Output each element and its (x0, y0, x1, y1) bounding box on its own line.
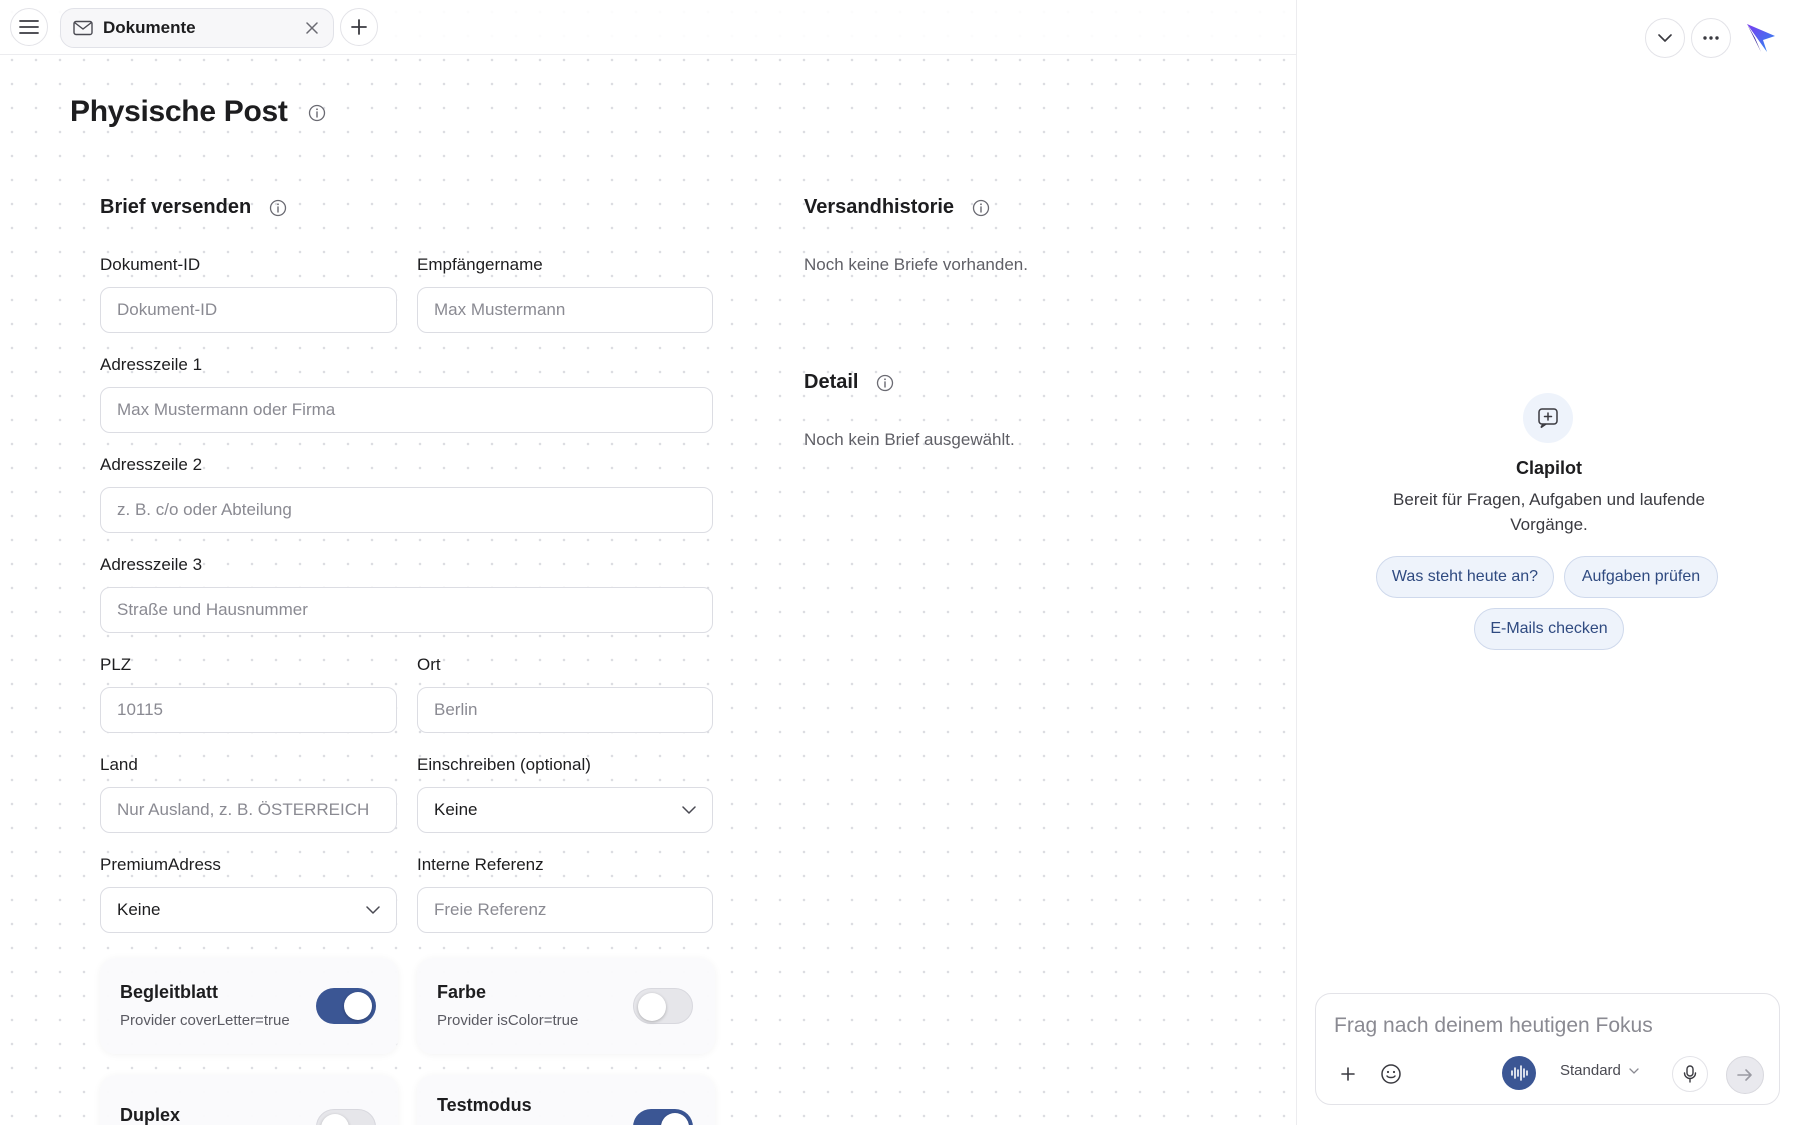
collapse-button[interactable] (1645, 18, 1685, 58)
chip-aufgaben[interactable]: Aufgaben prüfen (1564, 556, 1718, 598)
toggle-knob (661, 1113, 689, 1125)
info-icon[interactable] (269, 199, 287, 217)
dokument-id-label: Dokument-ID (100, 255, 201, 274)
page-title-text: Physische Post (70, 95, 288, 128)
voice-wave-icon (1511, 1065, 1528, 1081)
begleitblatt-title: Begleitblatt (120, 982, 219, 1002)
duplex-card: Duplex (100, 1075, 398, 1125)
new-chat-button[interactable] (1523, 393, 1573, 443)
page-title: Physische Post (70, 95, 326, 129)
form-section-title: Brief versenden (100, 196, 287, 219)
einschreiben-select[interactable]: Keine (417, 787, 713, 833)
farbe-card: Farbe Provider isColor=true (417, 958, 715, 1054)
chevron-down-icon (1629, 1067, 1639, 1074)
tab-label: Dokumente (103, 18, 196, 37)
begleitblatt-sub: Provider coverLetter=true (120, 1012, 290, 1029)
premiumadress-label: PremiumAdress (100, 855, 221, 874)
ort-input[interactable] (417, 687, 713, 733)
testmodus-title: Testmodus (437, 1095, 532, 1115)
chevron-down-icon (366, 906, 380, 914)
begleitblatt-toggle[interactable] (316, 988, 376, 1024)
detail-empty-text: Noch kein Brief ausgewählt. (804, 430, 1015, 449)
duplex-title: Duplex (120, 1105, 181, 1125)
voice-mode-button[interactable] (1502, 1056, 1536, 1090)
assistant-panel: Clapilot Bereit für Fragen, Aufgaben und… (1296, 0, 1800, 1125)
send-arrow-icon (1737, 1069, 1752, 1081)
main-area: Dokumente Physische Post Brief versenden… (0, 0, 1296, 1125)
plus-icon (1341, 1067, 1355, 1081)
app-logo[interactable] (1741, 18, 1781, 58)
empfaengername-label: Empfängername (417, 255, 543, 274)
chat-input[interactable] (1334, 1008, 1754, 1044)
dokument-id-input[interactable] (100, 287, 397, 333)
emoji-icon (1381, 1064, 1401, 1084)
testmodus-toggle[interactable] (633, 1109, 693, 1125)
interne-referenz-input[interactable] (417, 887, 713, 933)
land-input[interactable] (100, 787, 397, 833)
new-tab-button[interactable] (340, 8, 378, 46)
menu-icon (19, 20, 39, 34)
chip-heute[interactable]: Was steht heute an? (1376, 556, 1554, 598)
farbe-toggle[interactable] (633, 988, 693, 1024)
chat-plus-icon (1538, 408, 1558, 429)
farbe-sub: Provider isColor=true (437, 1012, 579, 1029)
info-icon[interactable] (308, 104, 326, 122)
ort-label: Ort (417, 655, 441, 674)
farbe-title: Farbe (437, 982, 487, 1002)
plz-label: PLZ (100, 655, 132, 674)
adresszeile2-input[interactable] (100, 487, 713, 533)
assistant-name: Clapilot (1516, 458, 1582, 478)
plz-input[interactable] (100, 687, 397, 733)
einschreiben-label: Einschreiben (optional) (417, 755, 591, 774)
adresszeile3-input[interactable] (100, 587, 713, 633)
empfaengername-input[interactable] (417, 287, 713, 333)
chevron-down-icon (682, 806, 696, 814)
begleitblatt-card: Begleitblatt Provider coverLetter=true (100, 958, 398, 1054)
more-icon (1703, 36, 1719, 40)
info-icon[interactable] (972, 199, 990, 217)
close-icon (306, 22, 318, 34)
adresszeile1-input[interactable] (100, 387, 713, 433)
detail-title-text: Detail (804, 371, 859, 393)
assistant-description: Bereit für Fragen, Aufgaben und laufende… (1393, 490, 1705, 534)
microphone-button[interactable] (1672, 1056, 1708, 1092)
interne-referenz-label: Interne Referenz (417, 855, 544, 874)
menu-button[interactable] (10, 8, 48, 46)
history-title-text: Versandhistorie (804, 196, 955, 218)
attach-button[interactable] (1338, 1064, 1358, 1084)
einschreiben-value: Keine (434, 800, 478, 819)
chip-emails[interactable]: E-Mails checken (1474, 608, 1624, 650)
plus-icon (351, 19, 367, 35)
chevron-down-icon (1658, 34, 1672, 42)
toggle-knob (638, 993, 666, 1021)
adresszeile2-label: Adresszeile 2 (100, 455, 203, 474)
info-icon[interactable] (876, 374, 894, 392)
detail-section-title: Detail (804, 371, 894, 394)
history-empty-text: Noch keine Briefe vorhanden. (804, 255, 1028, 274)
land-label: Land (100, 755, 138, 774)
premiumadress-select[interactable]: Keine (100, 887, 397, 933)
premiumadress-value: Keine (117, 900, 161, 919)
duplex-toggle[interactable] (316, 1109, 376, 1125)
history-section-title: Versandhistorie (804, 196, 990, 219)
toggle-knob (344, 992, 372, 1020)
form-title-text: Brief versenden (100, 196, 252, 218)
tab-bar: Dokumente (0, 0, 1296, 55)
testmodus-card: Testmodus (417, 1075, 715, 1125)
more-button[interactable] (1691, 18, 1731, 58)
emoji-button[interactable] (1380, 1063, 1402, 1085)
microphone-icon (1683, 1065, 1697, 1083)
adresszeile3-label: Adresszeile 3 (100, 555, 203, 574)
tab-close-button[interactable] (303, 19, 321, 37)
chat-composer: Standard (1315, 993, 1780, 1105)
toggle-knob (321, 1114, 349, 1125)
tab-dokumente[interactable]: Dokumente (60, 8, 334, 48)
mail-icon (73, 20, 93, 36)
mode-selector[interactable]: Standard (1560, 1062, 1639, 1079)
mode-label: Standard (1560, 1062, 1621, 1079)
adresszeile1-label: Adresszeile 1 (100, 355, 203, 374)
send-button[interactable] (1726, 1056, 1764, 1094)
